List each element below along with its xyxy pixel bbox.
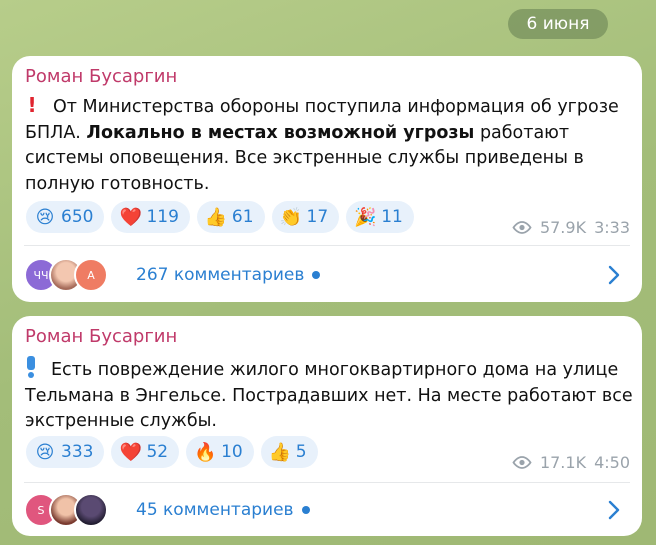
reaction-thumbs-up[interactable]: 👍 61: [196, 201, 265, 233]
avatar: А: [74, 258, 108, 292]
reaction-party[interactable]: 🎉 11: [346, 201, 414, 233]
comments-count: 267 комментариев: [136, 265, 305, 285]
chevron-right-icon: [608, 265, 620, 285]
reactions-bar: 😢 650 ❤️ 119 👍 61 👏 17 🎉 11: [26, 201, 414, 233]
post-author[interactable]: Роман Бусаргин: [25, 66, 177, 87]
reaction-heart[interactable]: ❤️ 52: [111, 436, 180, 468]
avatar: [74, 493, 108, 527]
view-count: 17.1K: [539, 453, 587, 472]
unread-dot: [312, 271, 321, 279]
divider: [24, 482, 630, 483]
divider: [24, 245, 630, 246]
clapping-hands-icon: 👏: [279, 206, 302, 228]
post-text: ! От Министерства обороны поступила инфор…: [25, 93, 619, 194]
post-author[interactable]: Роман Бусаргин: [25, 326, 177, 347]
commenter-avatars: S: [24, 493, 122, 527]
eye-icon: [512, 221, 532, 234]
crying-face-icon: 😢: [35, 206, 55, 228]
thumbs-up-icon: 👍: [204, 206, 228, 228]
comments-link[interactable]: S 45 комментариев: [24, 488, 630, 532]
exclamation-red-icon: !: [27, 93, 37, 117]
thumbs-up-icon: 👍: [268, 441, 292, 463]
reaction-thumbs-up[interactable]: 👍 5: [260, 436, 318, 468]
exclamation-blue-icon: [25, 356, 37, 387]
eye-icon: [512, 456, 532, 469]
channel-post: Роман Бусаргин Есть повреждение жилого м…: [12, 316, 642, 536]
fire-icon: 🔥: [194, 441, 217, 463]
date-separator: 6 июня: [508, 9, 608, 39]
crying-face-icon: 😢: [35, 441, 55, 463]
post-meta: 17.1K 4:50: [512, 453, 630, 472]
comments-link[interactable]: ЧЧ А 267 комментариев: [24, 253, 630, 297]
commenter-avatars: ЧЧ А: [24, 258, 122, 292]
post-time: 4:50: [594, 453, 630, 472]
comments-count: 45 комментариев: [136, 500, 294, 520]
post-time: 3:33: [594, 218, 630, 237]
chevron-right-icon: [608, 500, 620, 520]
party-popper-icon: 🎉: [354, 206, 377, 228]
view-count: 57.9K: [539, 218, 587, 237]
post-meta: 57.9K 3:33: [512, 218, 630, 237]
reaction-fire[interactable]: 🔥 10: [186, 436, 254, 468]
reaction-cry[interactable]: 😢 333: [26, 436, 105, 468]
heart-icon: ❤️: [119, 206, 142, 228]
reaction-clap[interactable]: 👏 17: [271, 201, 340, 233]
channel-post: Роман Бусаргин ! От Министерства обороны …: [12, 56, 642, 302]
reaction-heart[interactable]: ❤️ 119: [111, 201, 190, 233]
reactions-bar: 😢 333 ❤️ 52 🔥 10 👍 5: [26, 436, 318, 468]
unread-dot: [301, 506, 310, 514]
heart-icon: ❤️: [119, 441, 142, 463]
reaction-cry[interactable]: 😢 650: [26, 201, 105, 233]
post-text: Есть повреждение жилого многоквартирного…: [25, 353, 635, 435]
